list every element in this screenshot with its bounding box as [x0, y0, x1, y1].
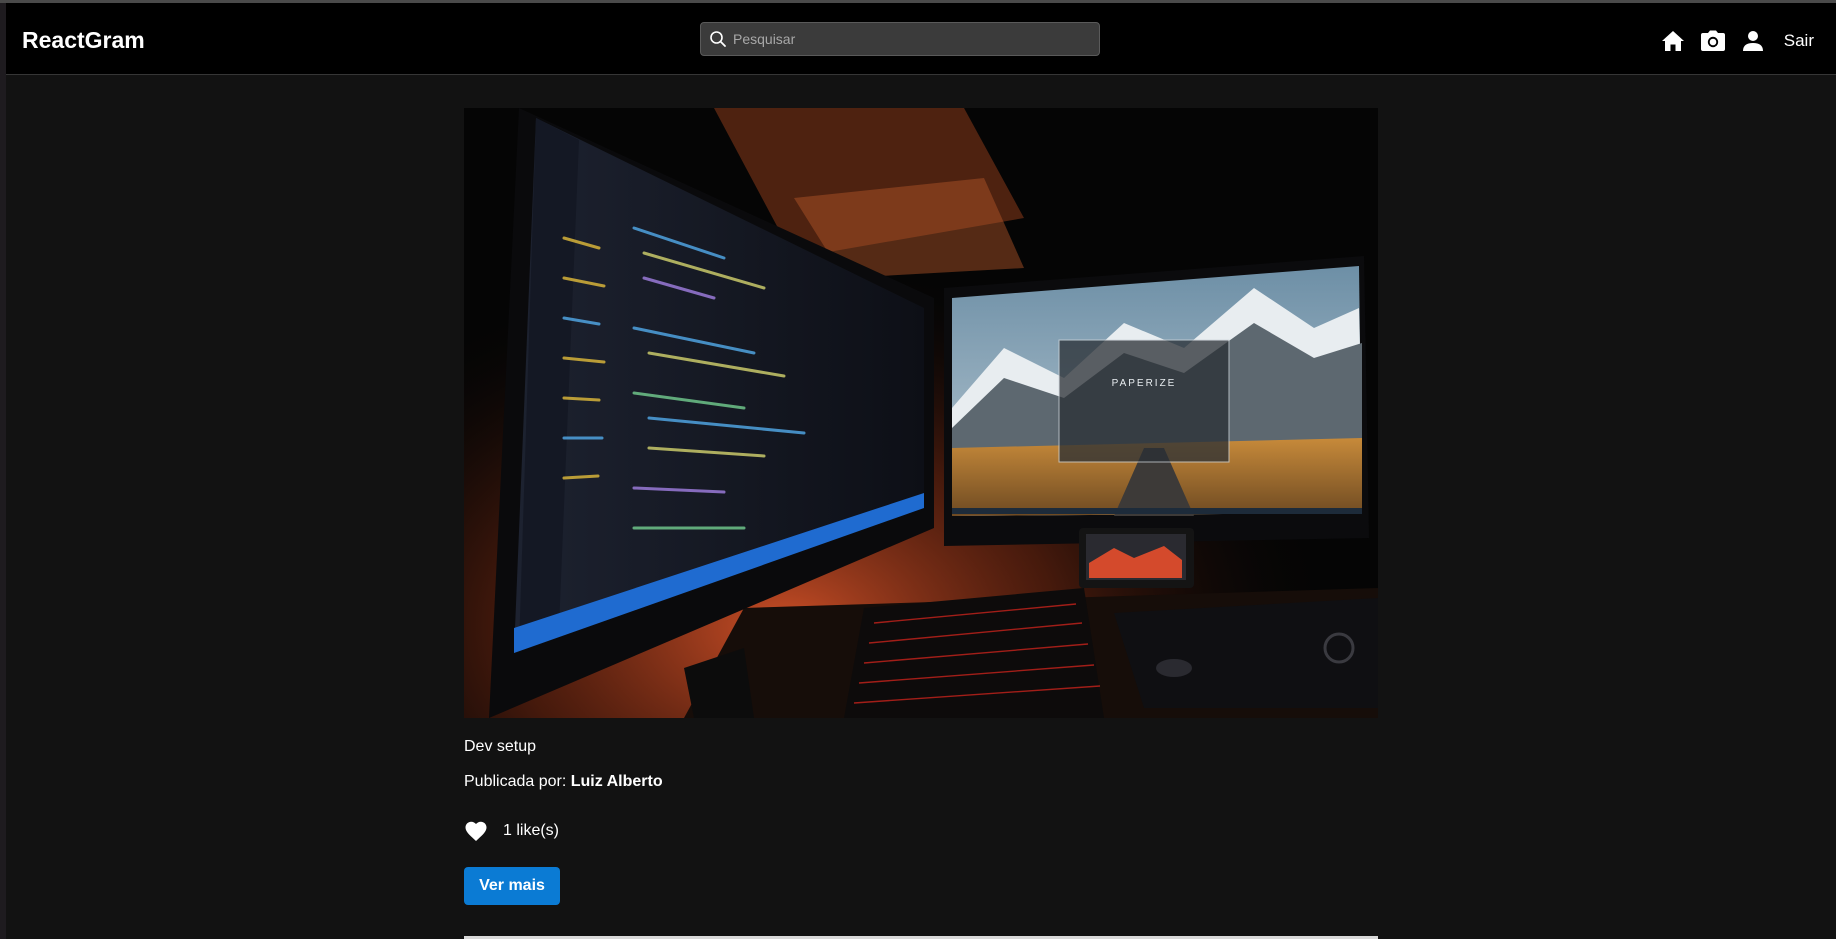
- search-bar[interactable]: [700, 22, 1100, 56]
- heart-icon[interactable]: [464, 820, 488, 842]
- screen-text: PAPERIZE: [1112, 378, 1177, 389]
- camera-icon[interactable]: [1700, 28, 1726, 54]
- nav-links: Sair: [1646, 27, 1814, 55]
- post-image: PAPERIZE: [464, 108, 1378, 718]
- post-author-line: Publicada por: Luiz Alberto: [464, 773, 663, 791]
- post-title: Dev setup: [464, 738, 537, 755]
- search-icon: [710, 31, 726, 47]
- post-card: PAPERIZE: [464, 108, 1378, 718]
- logout-link[interactable]: Sair: [1784, 31, 1814, 51]
- app-logo[interactable]: ReactGram: [22, 27, 145, 54]
- author-prefix: Publicada por:: [464, 773, 567, 790]
- window-left-edge: [0, 3, 6, 939]
- search-input[interactable]: [733, 23, 1093, 55]
- likes-count: 1 like(s): [503, 822, 560, 839]
- author-name[interactable]: Luiz Alberto: [571, 773, 663, 790]
- user-icon[interactable]: [1740, 28, 1766, 54]
- navbar: ReactGram Sair: [6, 3, 1836, 75]
- like-container: 1 like(s): [464, 820, 559, 842]
- home-icon[interactable]: [1660, 28, 1686, 54]
- see-more-button[interactable]: Ver mais: [464, 867, 560, 905]
